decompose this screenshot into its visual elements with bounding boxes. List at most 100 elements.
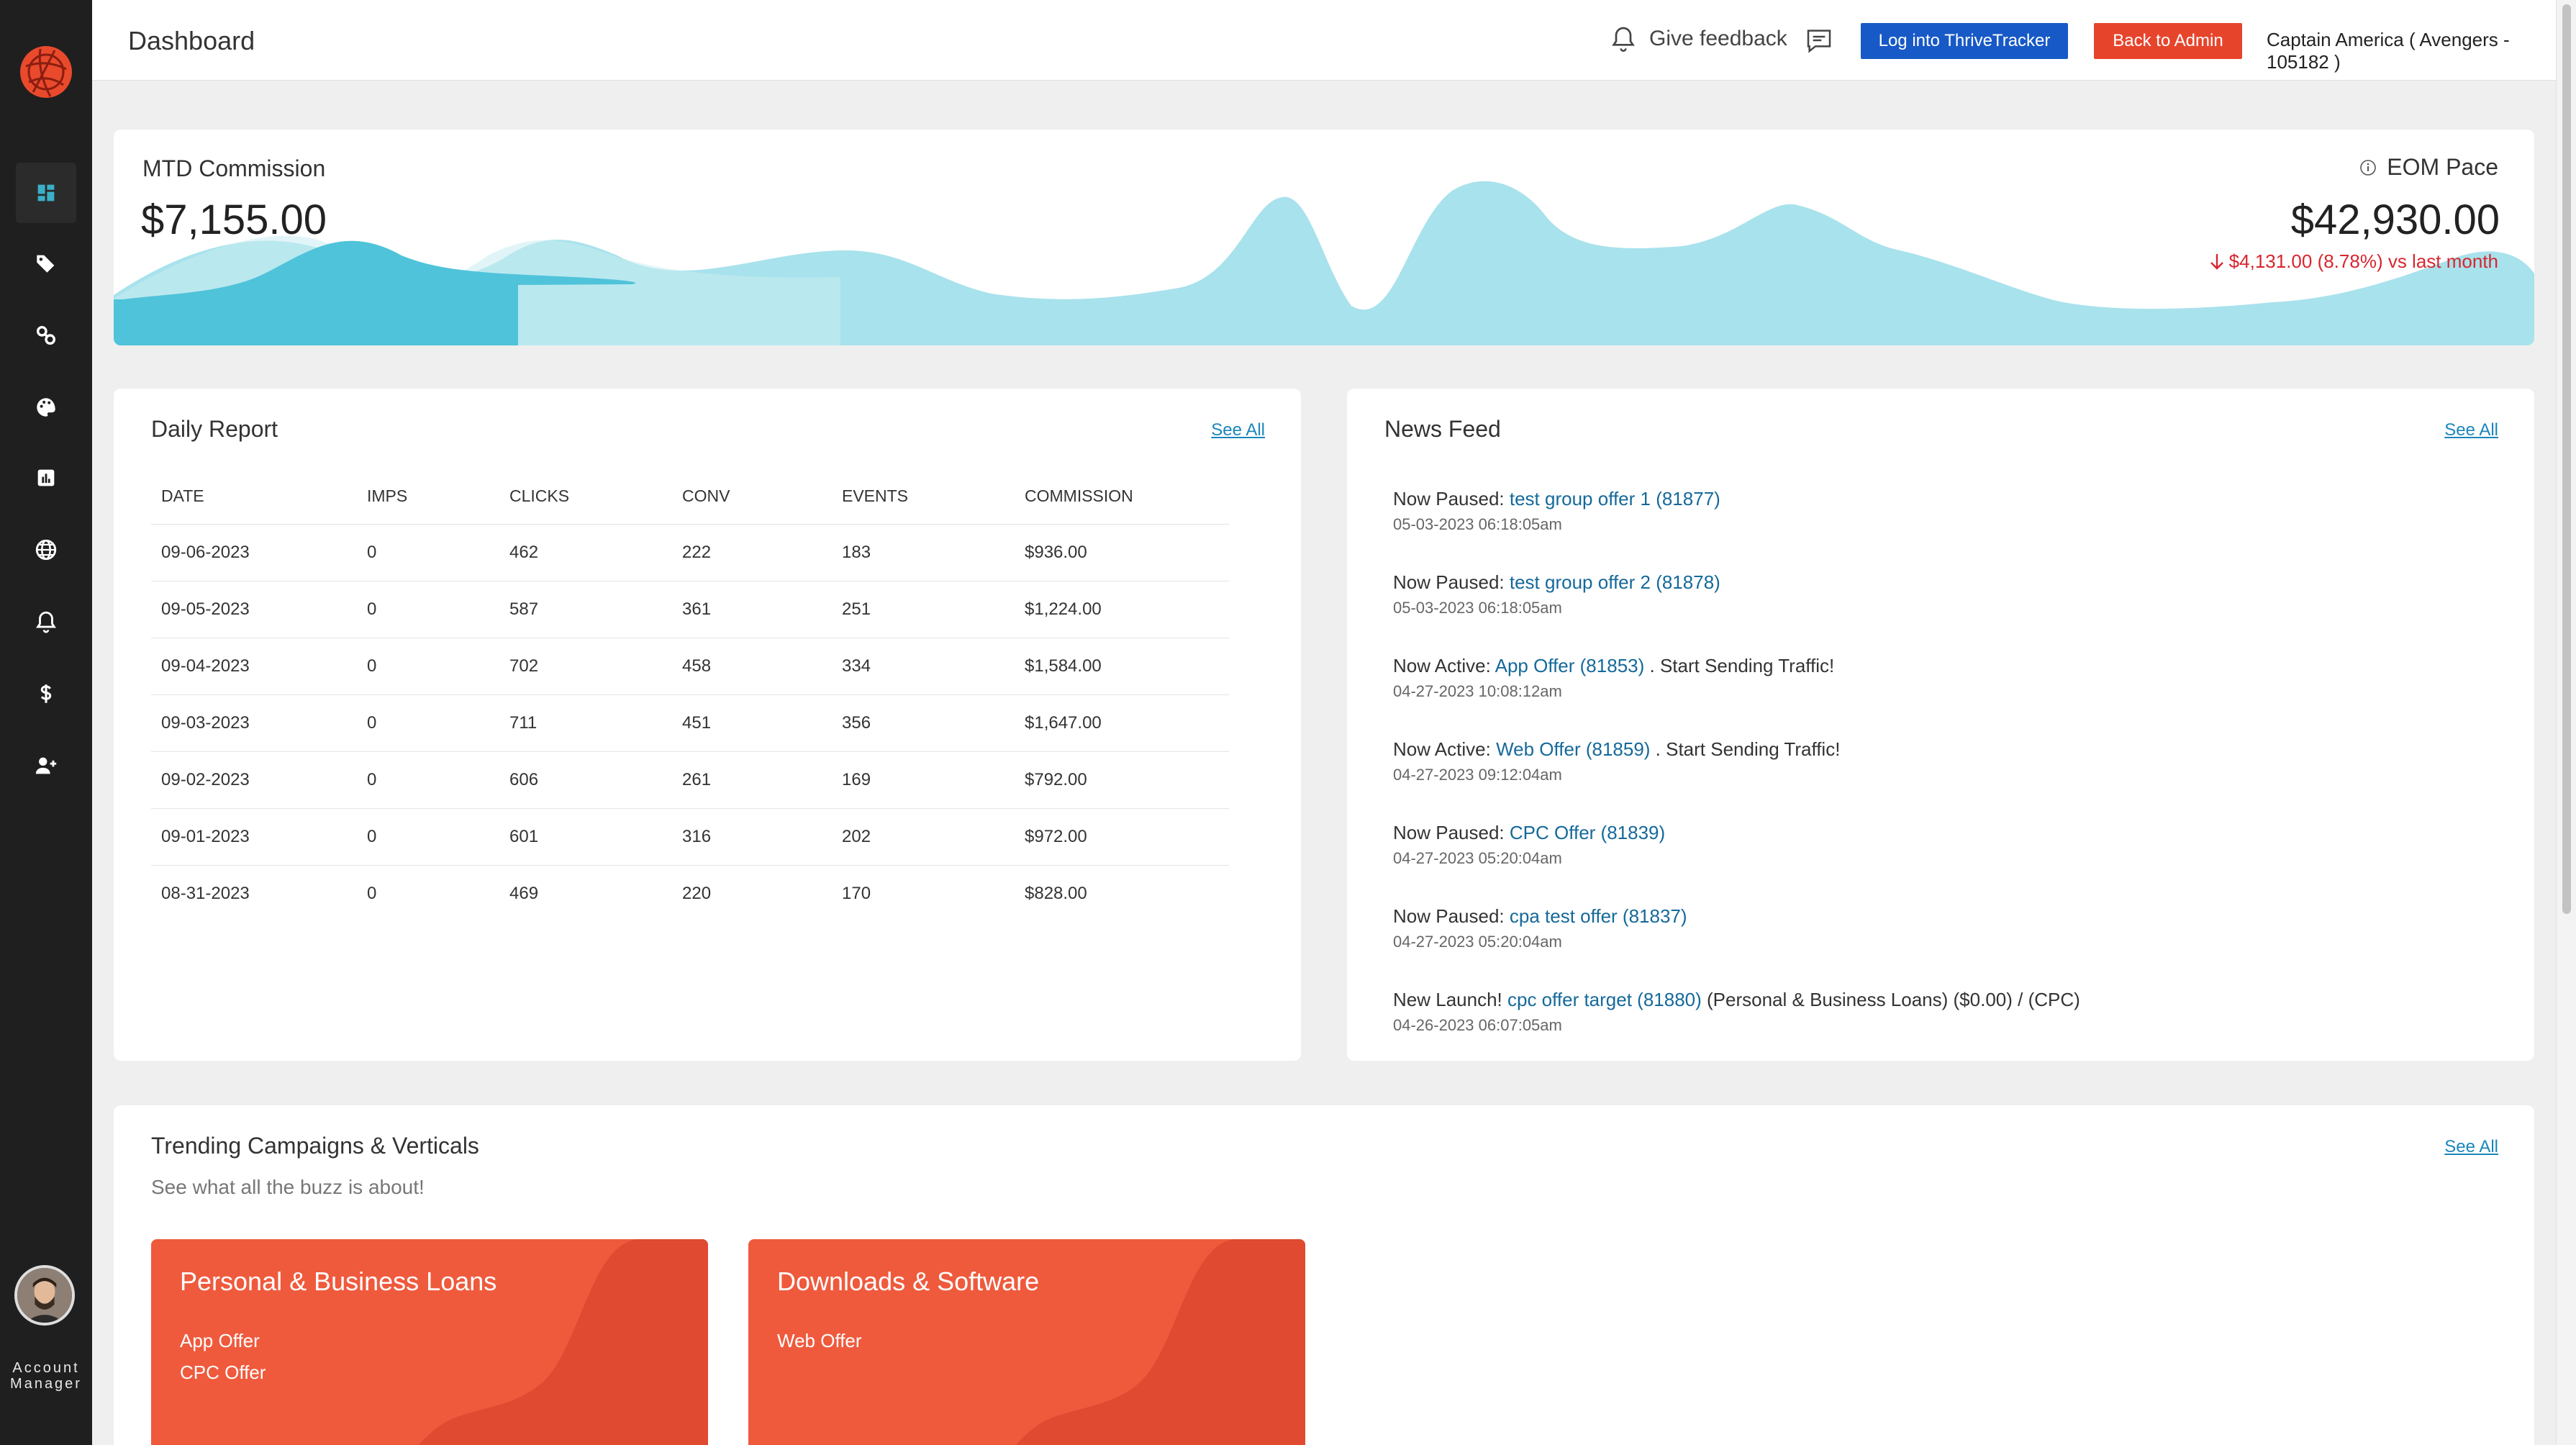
commission-trend-waves	[114, 181, 2534, 345]
table-row: 09-02-2023 0 606 261 169 $792.00	[151, 751, 1229, 809]
news-item: Now Active: Web Offer (81859) . Start Se…	[1393, 737, 2501, 820]
tile-title: Personal & Business Loans	[180, 1267, 497, 1296]
cell-clicks: 462	[499, 524, 672, 581]
nav-dashboard[interactable]	[16, 163, 76, 223]
cell-date: 09-03-2023	[151, 694, 357, 752]
cell-clicks: 702	[499, 638, 672, 695]
nav-global[interactable]	[16, 520, 76, 580]
cell-clicks: 606	[499, 751, 672, 809]
cell-date: 09-01-2023	[151, 808, 357, 866]
cell-events: 202	[832, 808, 1015, 866]
cell-clicks: 469	[509, 883, 539, 903]
scrollbar-thumb[interactable]	[2562, 4, 2571, 914]
news-item-prefix: Now Active:	[1393, 738, 1497, 760]
page-title: Dashboard	[128, 26, 255, 55]
cell-imps: 0	[367, 883, 377, 903]
nav-reports[interactable]	[16, 448, 76, 508]
eom-pace-value: $42,930.00	[2290, 196, 2500, 243]
news-item: New Launch! cpc offer target (81880) (Pe…	[1393, 987, 2501, 1061]
feedback-icon[interactable]	[1805, 26, 1833, 55]
news-item-prefix: Now Paused:	[1393, 822, 1510, 843]
link-icon	[36, 325, 56, 345]
eom-pace-label-group: EOM Pace	[2359, 154, 2498, 181]
news-item-timestamp: 05-03-2023 06:18:05am	[1393, 515, 1562, 533]
nav-payments[interactable]	[16, 663, 76, 724]
account-manager-label: Account Manager	[10, 1360, 82, 1392]
news-item-offer-link[interactable]: test group offer 1 (81877)	[1510, 488, 1720, 509]
news-feed-see-all-link[interactable]: See All	[2444, 420, 2498, 440]
user-account-label[interactable]: Captain America ( Avengers - 105182 )	[2267, 29, 2556, 73]
nav-offers[interactable]	[16, 233, 76, 294]
news-item-suffix: . Start Sending Traffic!	[1650, 738, 1841, 760]
column-header-events[interactable]: EVENTS	[832, 469, 1015, 525]
news-item-timestamp: 04-27-2023 09:12:04am	[1393, 766, 1562, 784]
trending-see-all-link[interactable]: See All	[2444, 1137, 2498, 1157]
cell-imps: 0	[357, 808, 499, 866]
news-item-offer-link[interactable]: App Offer (81853)	[1495, 655, 1645, 676]
news-item-timestamp: 04-26-2023 06:07:05am	[1393, 1016, 1562, 1034]
news-item: Now Paused: cpa test offer (81837) 04-27…	[1393, 904, 2501, 987]
table-row: 09-01-2023 0 601 316 202 $972.00	[151, 808, 1229, 866]
news-item-prefix: Now Active:	[1393, 655, 1495, 676]
nav-links[interactable]	[16, 305, 76, 366]
cell-conv: 316	[672, 808, 832, 866]
nav-creatives[interactable]	[16, 377, 76, 438]
cell-events: 251	[832, 581, 1015, 638]
nav-referrals[interactable]	[16, 735, 76, 796]
commission-summary-card: MTD Commission $7,155.00 EOM Pace $42,93…	[114, 130, 2534, 345]
notifications-bell-icon[interactable]	[1609, 24, 1638, 53]
globe-icon	[35, 539, 57, 561]
news-item-prefix: New Launch!	[1393, 989, 1507, 1010]
info-icon[interactable]	[2359, 159, 2377, 176]
news-item-offer-link[interactable]: Web Offer (81859)	[1496, 738, 1650, 760]
news-item: Now Active: App Offer (81853) . Start Se…	[1393, 653, 2501, 737]
nav-notifications[interactable]	[16, 592, 76, 652]
news-item-suffix: (Personal & Business Loans) ($0.00) / (C…	[1701, 989, 2080, 1010]
vertical-tile-downloads-software[interactable]: Downloads & Software Web Offer	[748, 1239, 1305, 1445]
news-item-offer-link[interactable]: CPC Offer (81839)	[1510, 822, 1665, 843]
daily-report-see-all-link[interactable]: See All	[1211, 420, 1265, 440]
back-to-admin-button[interactable]: Back to Admin	[2094, 23, 2242, 59]
tag-icon	[37, 255, 55, 273]
brand-logo-icon[interactable]	[19, 45, 73, 99]
give-feedback-link[interactable]: Give feedback	[1649, 27, 1787, 51]
daily-report-table: DATE IMPS CLICKS CONV EVENTS COMMISSION …	[151, 469, 1229, 922]
cell-date: 09-06-2023	[151, 524, 357, 581]
tile-offer-link[interactable]: CPC Offer	[180, 1362, 266, 1384]
cell-imps: 0	[357, 694, 499, 752]
cell-imps: 0	[357, 751, 499, 809]
column-header-imps[interactable]: IMPS	[357, 469, 499, 525]
eom-pace-label: EOM Pace	[2387, 154, 2498, 180]
trending-subtitle: See what all the buzz is about!	[151, 1176, 425, 1198]
column-header-clicks[interactable]: CLICKS	[499, 469, 672, 525]
log-into-thrivetracker-button[interactable]: Log into ThriveTracker	[1861, 23, 2068, 59]
cell-commission: $792.00	[1015, 751, 1229, 809]
cell-conv: 451	[672, 694, 832, 752]
account-manager-avatar[interactable]	[14, 1265, 75, 1326]
table-row: 08-31-2023 0 469 220 170 $828.00	[151, 865, 1229, 922]
news-item: Now Paused: test group offer 2 (81878) 0…	[1393, 570, 2501, 653]
news-item-offer-link[interactable]: test group offer 2 (81878)	[1510, 571, 1720, 593]
tile-title: Downloads & Software	[777, 1267, 1040, 1296]
page-scrollbar[interactable]	[2556, 0, 2576, 1445]
news-item-offer-link[interactable]: cpc offer target (81880)	[1507, 989, 1702, 1010]
news-item-prefix: Now Paused:	[1393, 905, 1510, 927]
tile-offer-link[interactable]: App Offer	[180, 1330, 260, 1352]
top-bar: Dashboard Give feedback Log into ThriveT…	[92, 0, 2556, 81]
vertical-tile-personal-business-loans[interactable]: Personal & Business Loans App Offer CPC …	[151, 1239, 708, 1445]
column-header-conv[interactable]: CONV	[672, 469, 832, 525]
palette-icon	[37, 398, 55, 417]
add-user-icon	[35, 757, 57, 774]
mtd-commission-value: $7,155.00	[141, 196, 327, 243]
cell-events: 334	[832, 638, 1015, 695]
column-header-commission[interactable]: COMMISSION	[1015, 469, 1229, 525]
cell-clicks: 587	[499, 581, 672, 638]
daily-report-title: Daily Report	[151, 416, 278, 442]
column-header-date[interactable]: DATE	[151, 469, 357, 525]
news-item-offer-link[interactable]: cpa test offer (81837)	[1510, 905, 1687, 927]
cell-events: 356	[832, 694, 1015, 752]
dollar-icon	[40, 684, 52, 703]
tile-offer-link[interactable]: Web Offer	[777, 1330, 862, 1352]
news-item-prefix: Now Paused:	[1393, 571, 1510, 593]
cell-imps: 0	[357, 524, 499, 581]
